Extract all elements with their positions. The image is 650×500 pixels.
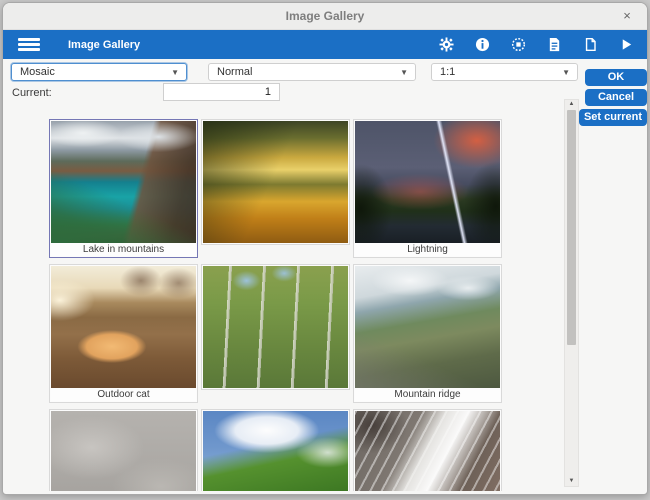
gallery-item-gray-clouds[interactable] xyxy=(49,409,198,491)
zoom-select[interactable]: 1:1 ▼ xyxy=(431,63,578,81)
gallery-item-birch-forest[interactable] xyxy=(201,264,350,390)
zoom-select-value: 1:1 xyxy=(440,66,456,78)
thumbnail-caption: Mountain ridge xyxy=(355,388,500,401)
thumbnail-lake-in-mountains xyxy=(51,121,196,243)
close-icon[interactable]: × xyxy=(619,8,635,24)
layout-select[interactable]: Mosaic ▼ xyxy=(11,63,187,81)
gallery-item-outdoor-cat[interactable]: Outdoor cat xyxy=(49,264,198,403)
thumbnail-mountain-ridge xyxy=(355,266,500,388)
toolbar-title: Image Gallery xyxy=(68,38,141,51)
scroll-down-icon[interactable]: ▼ xyxy=(565,478,578,484)
thumbnail-caption: Lightning xyxy=(355,243,500,256)
settings-icon[interactable] xyxy=(439,37,454,52)
menu-icon[interactable] xyxy=(18,38,40,51)
chevron-down-icon: ▼ xyxy=(562,68,570,77)
chevron-down-icon: ▼ xyxy=(400,68,408,77)
scrollbar-thumb[interactable] xyxy=(567,110,576,345)
gallery-item-mountain-ridge[interactable]: Mountain ridge xyxy=(353,264,502,403)
thumbnail-outdoor-cat xyxy=(51,266,196,388)
gallery-item-waterfall[interactable] xyxy=(353,409,502,491)
vertical-scrollbar[interactable]: ▲ ▼ xyxy=(564,99,579,487)
thumbnail-lightning xyxy=(355,121,500,243)
gallery-item-forest-hill[interactable] xyxy=(201,409,350,491)
gallery-item-lightning[interactable]: Lightning xyxy=(353,119,502,258)
current-label: Current: xyxy=(12,87,52,99)
chevron-down-icon: ▼ xyxy=(171,68,179,77)
thumbnail-waterfall xyxy=(355,411,500,491)
mode-select[interactable]: Normal ▼ xyxy=(208,63,416,81)
web-icon[interactable] xyxy=(511,37,526,52)
thumbnail-golden-hills xyxy=(203,121,348,243)
scroll-up-icon[interactable]: ▲ xyxy=(565,101,578,107)
thumbnail-gray-clouds xyxy=(51,411,196,491)
new-file-icon[interactable] xyxy=(583,37,598,52)
thumbnail-grid: Lake in mountains Lightning Outdoor cat … xyxy=(49,119,502,491)
toolbar-icons xyxy=(439,37,647,52)
image-gallery-dialog: Image Gallery × Image Gallery Mosaic ▼ N… xyxy=(2,2,648,495)
info-icon[interactable] xyxy=(475,37,490,52)
thumbnail-caption: Lake in mountains xyxy=(51,243,196,256)
layout-select-value: Mosaic xyxy=(20,66,55,78)
titlebar: Image Gallery × xyxy=(3,3,647,30)
thumbnail-caption: Outdoor cat xyxy=(51,388,196,401)
document-icon[interactable] xyxy=(547,37,562,52)
gallery-item-golden-hills[interactable] xyxy=(201,119,350,245)
window-title: Image Gallery xyxy=(285,9,365,23)
thumbnail-birch-forest xyxy=(203,266,348,388)
ok-button[interactable]: OK xyxy=(585,69,647,86)
cancel-button[interactable]: Cancel xyxy=(585,89,647,106)
gallery-item-lake-in-mountains[interactable]: Lake in mountains xyxy=(49,119,198,258)
play-icon[interactable] xyxy=(619,37,634,52)
current-input[interactable] xyxy=(163,83,280,101)
thumbnail-forest-hill xyxy=(203,411,348,491)
mode-select-value: Normal xyxy=(217,66,253,78)
set-current-button[interactable]: Set current xyxy=(579,109,647,126)
plugin-toolbar: Image Gallery xyxy=(3,30,647,59)
